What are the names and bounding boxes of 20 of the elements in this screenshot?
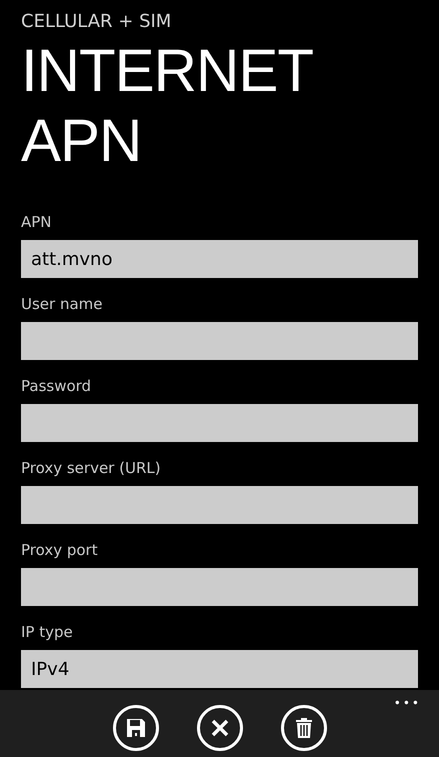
text-field[interactable] (21, 568, 418, 606)
field-label: IP type (21, 622, 73, 642)
close-icon (210, 718, 228, 736)
field-label: Proxy port (21, 540, 98, 560)
field-label: APN (21, 212, 52, 232)
cancel-button[interactable] (196, 704, 242, 750)
page-title: INTERNET APN (21, 36, 314, 176)
text-field[interactable] (21, 322, 418, 360)
text-field[interactable]: IPv4 (21, 650, 418, 688)
field-label: Proxy server (URL) (21, 458, 161, 478)
field-label: Password (21, 376, 92, 396)
delete-button[interactable] (280, 704, 326, 750)
field-label: User name (21, 294, 102, 314)
text-field[interactable] (21, 486, 418, 524)
text-field[interactable] (21, 404, 418, 442)
save-button[interactable] (112, 704, 158, 750)
text-field[interactable]: att.mvno (21, 240, 418, 278)
section-title: CELLULAR + SIM (21, 10, 172, 34)
trash-icon (296, 718, 312, 738)
more-button[interactable]: ••• (394, 696, 421, 710)
